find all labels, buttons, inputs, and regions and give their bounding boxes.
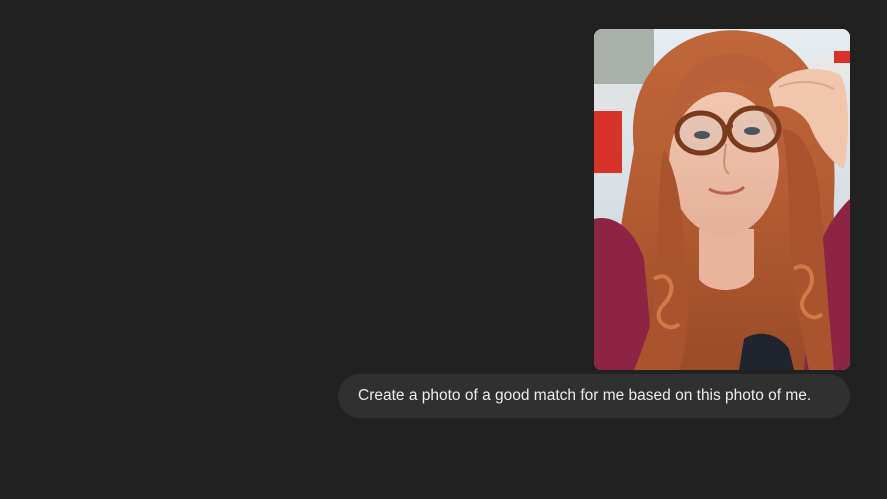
- photo-illustration: [594, 29, 850, 370]
- user-message-bubble: Create a photo of a good match for me ba…: [338, 374, 850, 418]
- chat-area: Create a photo of a good match for me ba…: [0, 0, 887, 499]
- attached-photo[interactable]: [594, 29, 850, 370]
